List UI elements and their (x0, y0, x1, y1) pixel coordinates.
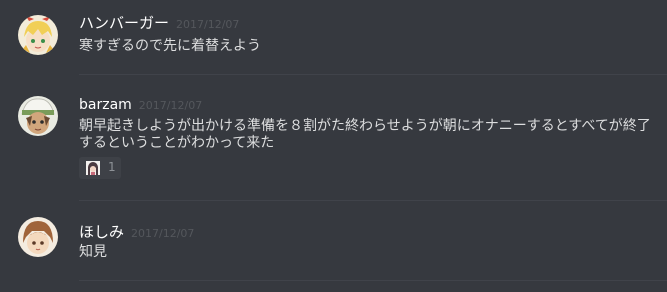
avatar[interactable] (18, 15, 58, 55)
message-content: 朝早起きしようが出かける準備を８割がた終わらせようが朝にオナニーするとすべてが終… (79, 118, 651, 151)
username[interactable]: barzam (79, 97, 132, 113)
message-content: 知見 (79, 244, 107, 260)
user-avatar-icon (18, 217, 58, 257)
timestamp: 2017/12/07 (138, 99, 203, 112)
user-avatar-icon (18, 96, 58, 136)
avatar[interactable] (18, 217, 58, 257)
user-avatar-icon (18, 15, 58, 55)
reaction-count: 1 (108, 160, 116, 174)
username[interactable]: ハンバーガー (79, 14, 169, 32)
message-header: ほしみ 2017/12/07 (79, 221, 194, 242)
chat-messages: ハンバーガー 2017/12/07 寒すぎるので先に着替えよう barzam 201… (0, 0, 667, 292)
message-header: ハンバーガー 2017/12/07 (79, 12, 239, 33)
message-divider (79, 74, 667, 75)
message-header: barzam 2017/12/07 (79, 94, 202, 113)
timestamp: 2017/12/07 (176, 18, 240, 31)
message-content: 寒すぎるので先に着替えよう (79, 38, 261, 54)
username[interactable]: ほしみ (79, 223, 124, 241)
avatar[interactable] (18, 96, 58, 136)
message-divider (79, 280, 667, 281)
message-divider (79, 200, 667, 201)
reaction-button[interactable]: 1 (79, 157, 121, 179)
timestamp: 2017/12/07 (131, 227, 195, 240)
character-emoji-icon (86, 161, 100, 175)
